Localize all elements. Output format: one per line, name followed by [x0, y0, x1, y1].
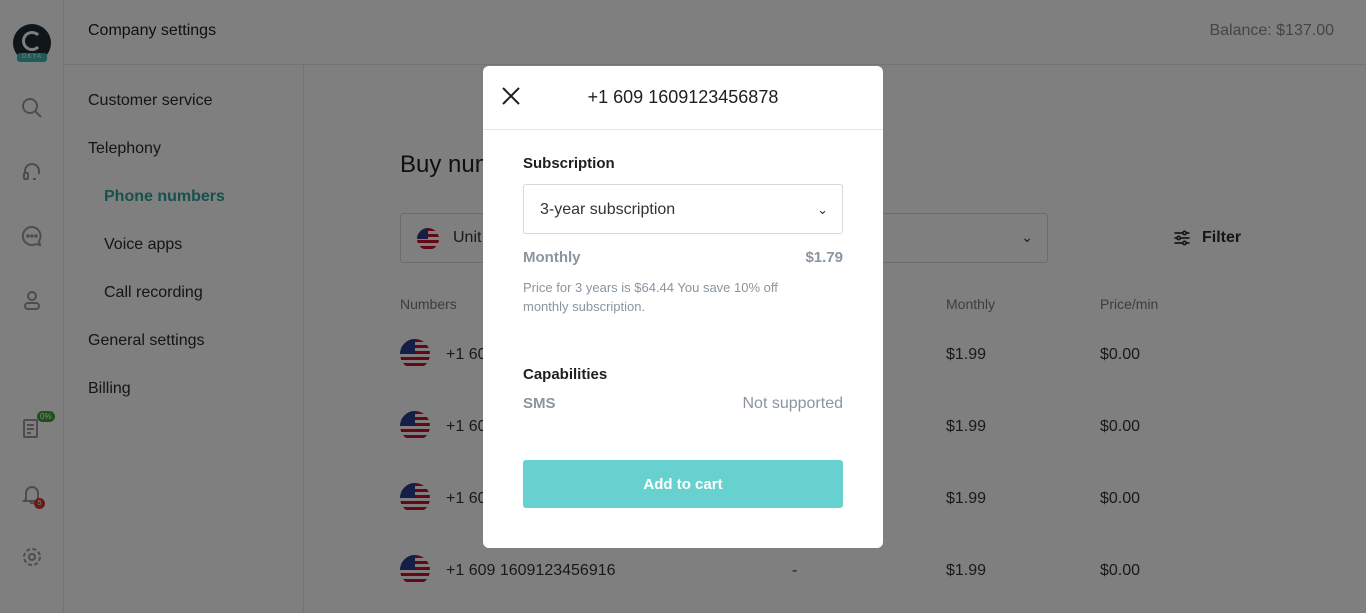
modal-header: +1 609 1609123456878 — [483, 66, 883, 130]
sms-label: SMS — [523, 395, 556, 412]
price-note: Price for 3 years is $64.44 You save 10%… — [523, 280, 778, 314]
monthly-label: Monthly — [523, 249, 581, 266]
chevron-down-icon: ⌄ — [817, 202, 828, 217]
add-to-cart-button[interactable]: Add to cart — [523, 460, 843, 508]
subscription-label: Subscription — [523, 155, 615, 172]
monthly-value: $1.79 — [805, 249, 843, 266]
subscription-value: 3-year subscription — [540, 201, 676, 218]
subscription-select[interactable]: 3-year subscription ⌄ — [523, 184, 843, 234]
sms-value: Not supported — [742, 395, 843, 412]
capabilities-label: Capabilities — [523, 366, 608, 383]
modal-title: +1 609 1609123456878 — [587, 87, 779, 107]
number-details-modal: +1 609 1609123456878 Subscription 3-year… — [483, 66, 883, 548]
